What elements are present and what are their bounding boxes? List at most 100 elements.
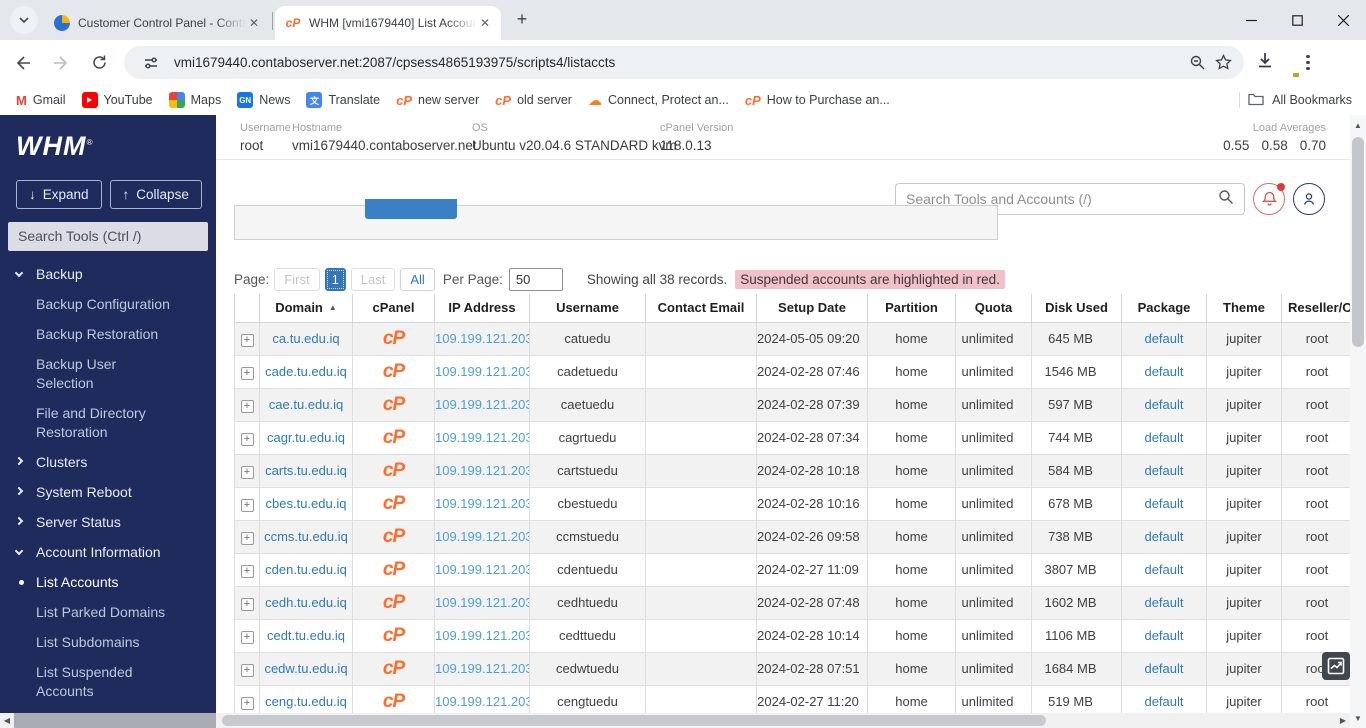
expand-row-icon[interactable]: +: [241, 598, 254, 611]
bookmark-item[interactable]: cPold server: [495, 93, 572, 108]
bookmark-item[interactable]: MGmail: [16, 93, 66, 108]
ip-address-link[interactable]: 109.199.121.203: [435, 694, 530, 709]
package-link[interactable]: default: [1144, 364, 1183, 379]
new-tab-button[interactable]: +: [509, 7, 535, 33]
cpanel-logo-icon[interactable]: cP: [383, 559, 404, 580]
domain-link[interactable]: cade.tu.edu.iq: [265, 364, 347, 379]
expand-row-icon[interactable]: +: [241, 664, 254, 677]
expand-row-icon[interactable]: +: [241, 532, 254, 545]
domain-link[interactable]: carts.tu.edu.iq: [265, 463, 347, 478]
scroll-down-icon[interactable]: ▼: [1350, 710, 1366, 726]
sidebar-item-list-accounts[interactable]: List Accounts: [0, 573, 216, 592]
last-page-button[interactable]: Last: [351, 268, 396, 291]
sidebar-item-backup-user-selection[interactable]: Backup User Selection: [0, 355, 216, 393]
ip-address-link[interactable]: 109.199.121.203: [435, 529, 530, 544]
analytics-chart-button[interactable]: [1322, 652, 1350, 680]
domain-link[interactable]: cagr.tu.edu.iq: [267, 430, 345, 445]
column-header-theme[interactable]: Theme: [1207, 294, 1282, 322]
forward-icon[interactable]: [46, 48, 76, 78]
first-page-button[interactable]: First: [274, 268, 319, 291]
cpanel-logo-icon[interactable]: cP: [383, 658, 404, 679]
main-horizontal-scrollbar[interactable]: ▶: [216, 713, 1350, 728]
cpanel-logo-icon[interactable]: cP: [383, 526, 404, 547]
bookmark-item[interactable]: 文Translate: [306, 92, 380, 108]
ip-address-link[interactable]: 109.199.121.203: [435, 595, 530, 610]
cpanel-logo-icon[interactable]: cP: [383, 460, 404, 481]
package-link[interactable]: default: [1144, 661, 1183, 676]
domain-link[interactable]: cedw.tu.edu.iq: [264, 661, 347, 676]
domain-link[interactable]: cbes.tu.edu.iq: [266, 496, 347, 511]
maximize-button[interactable]: [1274, 0, 1320, 40]
column-header-partition[interactable]: Partition: [868, 294, 956, 322]
bookmark-item[interactable]: Maps: [169, 92, 222, 108]
package-link[interactable]: default: [1144, 331, 1183, 346]
bookmark-item[interactable]: cPHow to Purchase an...: [745, 93, 890, 108]
cpanel-logo-icon[interactable]: cP: [383, 328, 404, 349]
back-icon[interactable]: [8, 48, 38, 78]
package-link[interactable]: default: [1144, 463, 1183, 478]
domain-link[interactable]: ccms.tu.edu.iq: [264, 529, 348, 544]
domain-link[interactable]: cae.tu.edu.iq: [269, 397, 343, 412]
menu-kebab-icon[interactable]: [1306, 55, 1310, 71]
expand-row-icon[interactable]: +: [241, 466, 254, 479]
expand-row-icon[interactable]: +: [241, 433, 254, 446]
sidebar-item-backup[interactable]: Backup: [0, 265, 216, 284]
ip-address-link[interactable]: 109.199.121.203: [435, 430, 530, 445]
sidebar-item-file-and-directory-restoration[interactable]: File and Directory Restoration: [0, 404, 216, 442]
domain-link[interactable]: cedh.tu.edu.iq: [265, 595, 347, 610]
scroll-up-icon[interactable]: ▲: [1350, 117, 1366, 133]
sidebar-item-list-suspended-accounts[interactable]: List Suspended Accounts: [0, 663, 216, 701]
cpanel-logo-icon[interactable]: cP: [383, 427, 404, 448]
all-pages-button[interactable]: All: [400, 268, 434, 291]
package-link[interactable]: default: [1144, 562, 1183, 577]
site-info-icon[interactable]: [138, 50, 164, 76]
minimize-button[interactable]: [1228, 0, 1274, 40]
expand-row-icon[interactable]: +: [241, 565, 254, 578]
scroll-right-icon[interactable]: ▶: [1336, 713, 1350, 728]
domain-link[interactable]: cedt.tu.edu.iq: [267, 628, 345, 643]
all-bookmarks-button[interactable]: All Bookmarks: [1272, 93, 1352, 107]
scroll-left-icon[interactable]: ◀: [0, 713, 14, 728]
package-link[interactable]: default: [1144, 595, 1183, 610]
ip-address-link[interactable]: 109.199.121.203: [435, 331, 530, 346]
close-window-button[interactable]: [1320, 0, 1366, 40]
package-link[interactable]: default: [1144, 694, 1183, 709]
package-link[interactable]: default: [1144, 628, 1183, 643]
collapse-button[interactable]: ↑Collapse: [110, 180, 202, 209]
close-tab-icon[interactable]: ✕: [477, 15, 493, 31]
expand-row-icon[interactable]: +: [241, 631, 254, 644]
download-icon[interactable]: [1256, 51, 1274, 74]
sidebar-item-list-parked-domains[interactable]: List Parked Domains: [0, 603, 216, 622]
ip-address-link[interactable]: 109.199.121.203: [435, 562, 530, 577]
ip-address-link[interactable]: 109.199.121.203: [435, 661, 530, 676]
column-header-reseller-owner[interactable]: Reseller/Owner: [1282, 294, 1351, 322]
sidebar-item-account-information[interactable]: Account Information: [0, 543, 216, 562]
expand-button[interactable]: ↓Expand: [16, 180, 102, 209]
column-header-contact-email[interactable]: Contact Email: [646, 294, 757, 322]
package-link[interactable]: default: [1144, 430, 1183, 445]
sidebar-item-backup-configuration[interactable]: Backup Configuration: [0, 295, 216, 314]
domain-link[interactable]: cden.tu.edu.iq: [265, 562, 347, 577]
tab-search-chevron-icon[interactable]: [10, 6, 38, 34]
sidebar-item-backup-restoration[interactable]: Backup Restoration: [0, 325, 216, 344]
column-header-username[interactable]: Username: [530, 294, 646, 322]
column-header-quota[interactable]: Quota: [956, 294, 1032, 322]
bookmark-item[interactable]: YouTube: [82, 92, 153, 108]
package-link[interactable]: default: [1144, 496, 1183, 511]
zoom-out-icon[interactable]: [1184, 50, 1210, 76]
expand-row-icon[interactable]: +: [241, 400, 254, 413]
sidebar-item-list-subdomains[interactable]: List Subdomains: [0, 633, 216, 652]
column-header-ip-address[interactable]: IP Address: [435, 294, 530, 322]
current-page-button[interactable]: 1: [325, 268, 346, 291]
url-bar[interactable]: vmi1679440.contaboserver.net:2087/cpsess…: [124, 46, 1244, 79]
column-header-domain[interactable]: Domain▲: [260, 294, 353, 322]
expand-row-icon[interactable]: +: [241, 334, 254, 347]
bookmark-item[interactable]: ☁Connect, Protect an...: [588, 92, 729, 109]
package-link[interactable]: default: [1144, 529, 1183, 544]
expand-row-icon[interactable]: +: [241, 499, 254, 512]
package-link[interactable]: default: [1144, 397, 1183, 412]
submit-button-partial[interactable]: [365, 199, 457, 219]
bookmark-item[interactable]: GNNews: [237, 92, 290, 108]
cpanel-logo-icon[interactable]: cP: [383, 592, 404, 613]
sidebar-horizontal-scrollbar[interactable]: ◀: [0, 713, 216, 728]
